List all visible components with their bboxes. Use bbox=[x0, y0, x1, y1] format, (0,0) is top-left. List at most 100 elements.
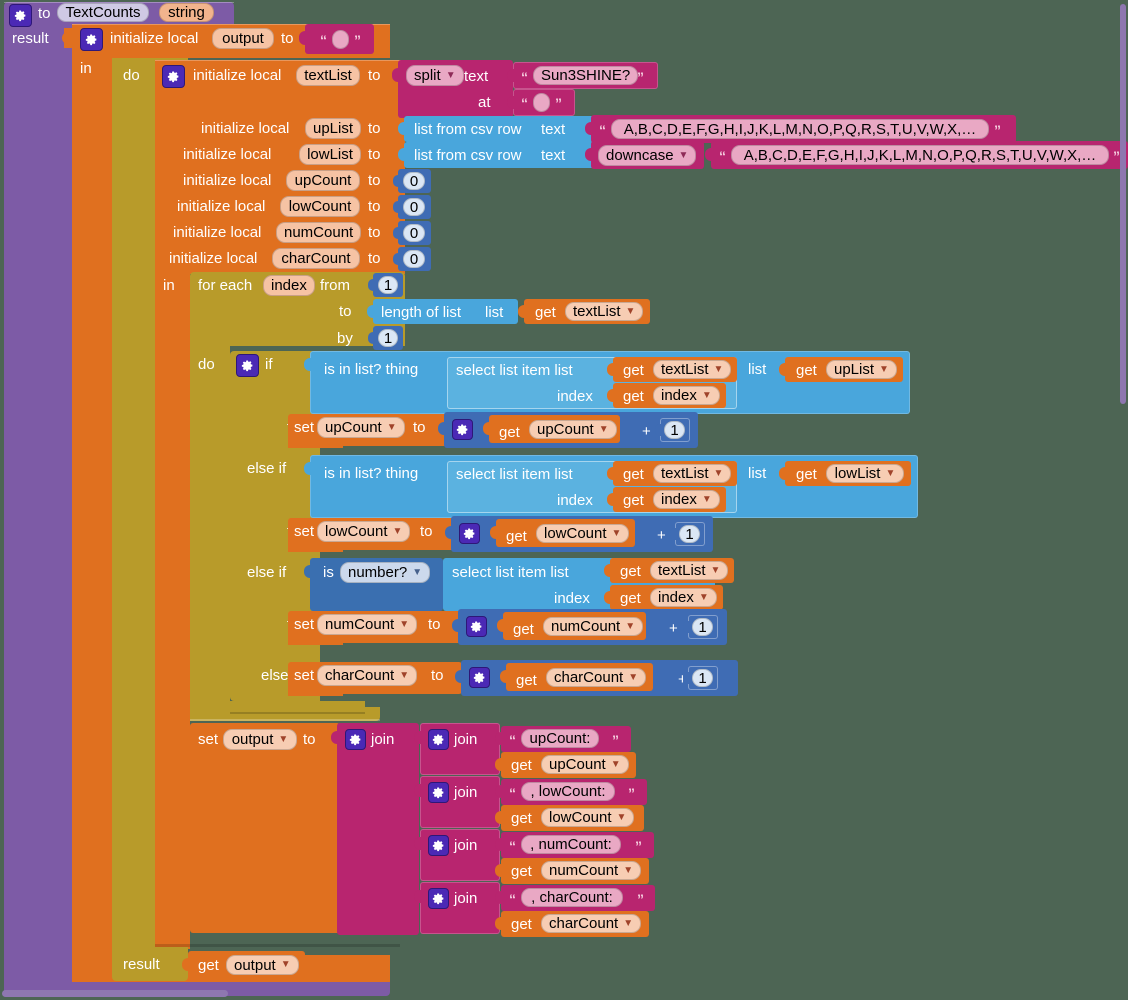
gear-icon[interactable] bbox=[236, 354, 259, 377]
init-upcount-var-field[interactable]: upCount bbox=[286, 170, 360, 191]
result-label: result bbox=[123, 956, 160, 973]
empty-string-field[interactable] bbox=[332, 30, 349, 49]
set-charcount-dropdown[interactable]: charCount ▼ bbox=[317, 665, 418, 686]
number-field-upcount[interactable]: 0 bbox=[403, 172, 425, 190]
is-number-dropdown[interactable]: number? ▼ bbox=[340, 562, 431, 583]
get-textlist-dropdown-3[interactable]: textList ▼ bbox=[650, 561, 729, 580]
get-upcount-dropdown[interactable]: upCount ▼ bbox=[529, 420, 617, 439]
init-upcount-to-label: to bbox=[368, 172, 381, 189]
for-each-do-label: do bbox=[198, 356, 215, 373]
set-output-dropdown[interactable]: output ▼ bbox=[223, 729, 297, 750]
get-lowcount-join-dropdown[interactable]: lowCount ▼ bbox=[541, 808, 635, 827]
init-lowcount-var-field[interactable]: lowCount bbox=[280, 196, 360, 217]
number-field-2[interactable]: 1 bbox=[679, 525, 700, 543]
init-local-label: initialize local bbox=[169, 250, 258, 267]
get-upcount-join-dropdown[interactable]: upCount ▼ bbox=[541, 755, 629, 774]
get-output-result-dropdown[interactable]: output ▼ bbox=[226, 955, 299, 975]
set-numcount-foot[interactable] bbox=[288, 637, 343, 645]
gear-icon[interactable] bbox=[459, 523, 480, 544]
split-op-dropdown[interactable]: split ▼ bbox=[406, 65, 464, 86]
get-textlist-dropdown-2[interactable]: textList ▼ bbox=[653, 464, 732, 483]
init-local-label: initialize local bbox=[183, 146, 272, 163]
split-at-field[interactable] bbox=[533, 93, 550, 112]
get-numcount-dropdown[interactable]: numCount ▼ bbox=[543, 617, 644, 636]
gear-icon[interactable] bbox=[345, 729, 366, 750]
number-field-1[interactable]: 1 bbox=[664, 421, 685, 439]
join-plug-3 bbox=[414, 837, 423, 857]
join-text-field-1[interactable]: upCount: bbox=[521, 729, 599, 748]
split-text-field[interactable]: Sun3SHINE? bbox=[533, 66, 639, 85]
get-charcount-join-dropdown[interactable]: charCount ▼ bbox=[541, 914, 642, 933]
get-index-dropdown-3[interactable]: index ▼ bbox=[650, 588, 717, 607]
get-index-dropdown-1[interactable]: index ▼ bbox=[653, 386, 720, 405]
init-output-var-field[interactable]: output bbox=[212, 28, 274, 49]
gear-icon[interactable] bbox=[428, 888, 449, 909]
init-lowcount-to-label: to bbox=[368, 198, 381, 215]
gear-icon[interactable] bbox=[9, 4, 32, 27]
split-op-label: split bbox=[414, 67, 441, 84]
init-uplist-var-field[interactable]: upList bbox=[305, 118, 362, 139]
chevron-down-icon: ▼ bbox=[610, 758, 621, 770]
get-lowcount-dropdown[interactable]: lowCount ▼ bbox=[536, 524, 630, 543]
join-text-field-4[interactable]: , charCount: bbox=[521, 888, 623, 907]
chevron-down-icon: ▼ bbox=[678, 149, 689, 161]
gear-icon[interactable] bbox=[80, 28, 103, 51]
init-numcount-var-field[interactable]: numCount bbox=[276, 222, 362, 243]
string-plug bbox=[495, 891, 504, 911]
get-var-label: index bbox=[658, 589, 694, 606]
get-uplist-dropdown[interactable]: upList ▼ bbox=[826, 360, 897, 379]
set-to-label-3: to bbox=[428, 616, 441, 633]
set-upcount-dropdown[interactable]: upCount ▼ bbox=[317, 417, 405, 438]
init-textlist-var-field[interactable]: textList bbox=[296, 65, 360, 86]
get-charcount-dropdown[interactable]: charCount ▼ bbox=[546, 668, 647, 687]
get-label: get bbox=[511, 810, 532, 827]
init-chain-in-plate[interactable] bbox=[155, 274, 190, 949]
csv-up-string-field[interactable]: A,B,C,D,E,F,G,H,I,J,K,L,M,N,O,P,Q,R,S,T,… bbox=[611, 119, 989, 139]
get-textlist-dropdown[interactable]: textList ▼ bbox=[565, 302, 644, 321]
for-each-body-plate[interactable] bbox=[190, 346, 230, 721]
join-text-field-2[interactable]: , lowCount: bbox=[521, 782, 615, 801]
procedure-body-plate[interactable] bbox=[4, 24, 74, 982]
horizontal-scrollbar[interactable] bbox=[2, 990, 228, 997]
is-in-list-plug-2 bbox=[304, 462, 313, 482]
init-charcount-var-field[interactable]: charCount bbox=[272, 248, 360, 269]
open-quote-glyph: “ bbox=[599, 122, 606, 138]
set-upcount-foot[interactable] bbox=[288, 440, 343, 448]
gear-icon[interactable] bbox=[452, 419, 473, 440]
split-at-plug bbox=[507, 96, 516, 116]
number-field-numcount[interactable]: 0 bbox=[403, 224, 425, 242]
vertical-scrollbar[interactable] bbox=[1120, 4, 1126, 404]
set-charcount-foot[interactable] bbox=[288, 688, 343, 696]
get-lowlist-dropdown[interactable]: lowList ▼ bbox=[826, 464, 904, 483]
get-plug bbox=[607, 493, 616, 513]
for-each-index-field[interactable]: index bbox=[263, 275, 315, 296]
gear-icon[interactable] bbox=[466, 616, 487, 637]
join-text-field-3[interactable]: , numCount: bbox=[521, 835, 621, 854]
outer-join-block[interactable] bbox=[337, 723, 419, 935]
set-lowcount-foot[interactable] bbox=[288, 544, 343, 552]
get-plug bbox=[607, 467, 616, 487]
get-textlist-dropdown-1[interactable]: textList ▼ bbox=[653, 360, 732, 379]
gear-icon[interactable] bbox=[428, 835, 449, 856]
for-each-by-field[interactable]: 1 bbox=[378, 329, 398, 347]
gear-icon[interactable] bbox=[162, 65, 185, 88]
csv-low-string-field[interactable]: A,B,C,D,E,F,G,H,I,J,K,L,M,N,O,P,Q,R,S,T,… bbox=[731, 145, 1109, 165]
number-field-4[interactable]: 1 bbox=[692, 669, 713, 687]
for-each-from-field[interactable]: 1 bbox=[378, 276, 398, 294]
downcase-dropdown[interactable]: downcase ▼ bbox=[598, 145, 697, 166]
number-field-3[interactable]: 1 bbox=[692, 618, 713, 636]
get-numcount-join-dropdown[interactable]: numCount ▼ bbox=[541, 861, 642, 880]
number-field-lowcount[interactable]: 0 bbox=[403, 198, 425, 216]
gear-icon[interactable] bbox=[428, 782, 449, 803]
set-output-block[interactable] bbox=[190, 723, 340, 933]
set-lowcount-dropdown[interactable]: lowCount ▼ bbox=[317, 521, 411, 542]
get-index-dropdown-2[interactable]: index ▼ bbox=[653, 490, 720, 509]
init-lowlist-var-field[interactable]: lowList bbox=[299, 144, 361, 165]
procedure-name-field[interactable]: TextCounts bbox=[57, 3, 149, 22]
blocks-workspace[interactable]: to TextCounts string result initialize l… bbox=[0, 0, 1128, 1000]
number-field-charcount[interactable]: 0 bbox=[403, 250, 425, 268]
gear-icon[interactable] bbox=[428, 729, 449, 750]
close-quote-glyph: ” bbox=[354, 32, 361, 48]
set-numcount-dropdown[interactable]: numCount ▼ bbox=[317, 614, 418, 635]
gear-icon[interactable] bbox=[469, 667, 490, 688]
